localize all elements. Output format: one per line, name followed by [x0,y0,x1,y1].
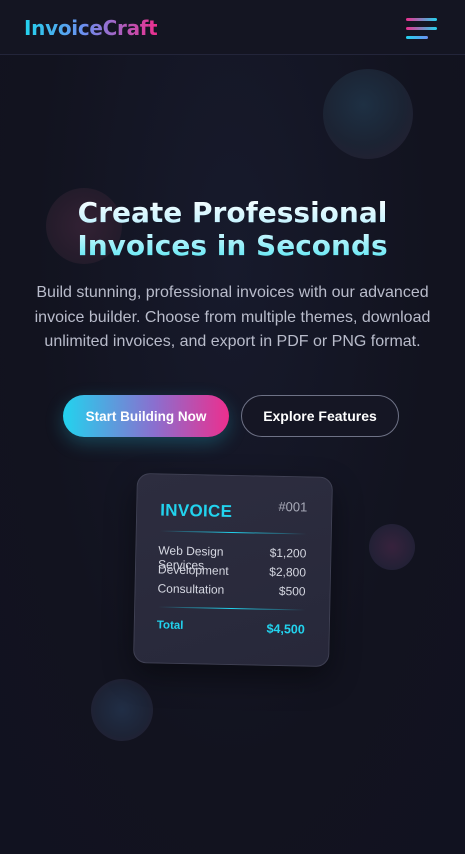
invoice-number: #001 [278,498,308,515]
invoice-total-label: Total [156,619,184,632]
invoice-total-value: $4,500 [266,621,305,637]
invoice-item-amount: $2,800 [269,564,307,580]
explore-features-button[interactable]: Explore Features [241,395,399,437]
hero-subtitle: Build stunning, professional invoices wi… [34,284,431,350]
decorative-orb [91,679,153,741]
menu-bar-line [406,36,428,39]
menu-bar-line [406,27,437,30]
decorative-orb [369,524,415,570]
invoice-preview-card: INVOICE #001 Web Design Services $1,200 … [133,472,333,668]
hero-title: Create Professional Invoices in Seconds [0,196,465,262]
menu-bar-line [406,18,437,21]
invoice-divider [158,606,306,611]
invoice-item-name: Development [157,562,229,578]
invoice-total-row: Total $4,500 [157,619,305,636]
start-building-button[interactable]: Start Building Now [63,395,229,437]
invoice-title: INVOICE [160,500,233,521]
invoice-line-item: Consultation $500 [157,581,305,598]
invoice-item-amount: $500 [278,583,306,599]
hamburger-menu-icon[interactable] [406,18,437,40]
invoice-item-name: Consultation [157,581,225,597]
hero-title-line-2: Invoices in Seconds [0,229,465,262]
invoice-line-item: Development $2,800 [158,562,306,579]
brand-logo[interactable]: InvoiceCraft [24,16,158,40]
top-navbar: InvoiceCraft [0,0,465,55]
decorative-orb [323,69,413,159]
hero-title-line-1: Create Professional [0,196,465,229]
invoice-divider [159,530,307,535]
landing-page: InvoiceCraft Create Professional Invoice… [0,0,465,854]
